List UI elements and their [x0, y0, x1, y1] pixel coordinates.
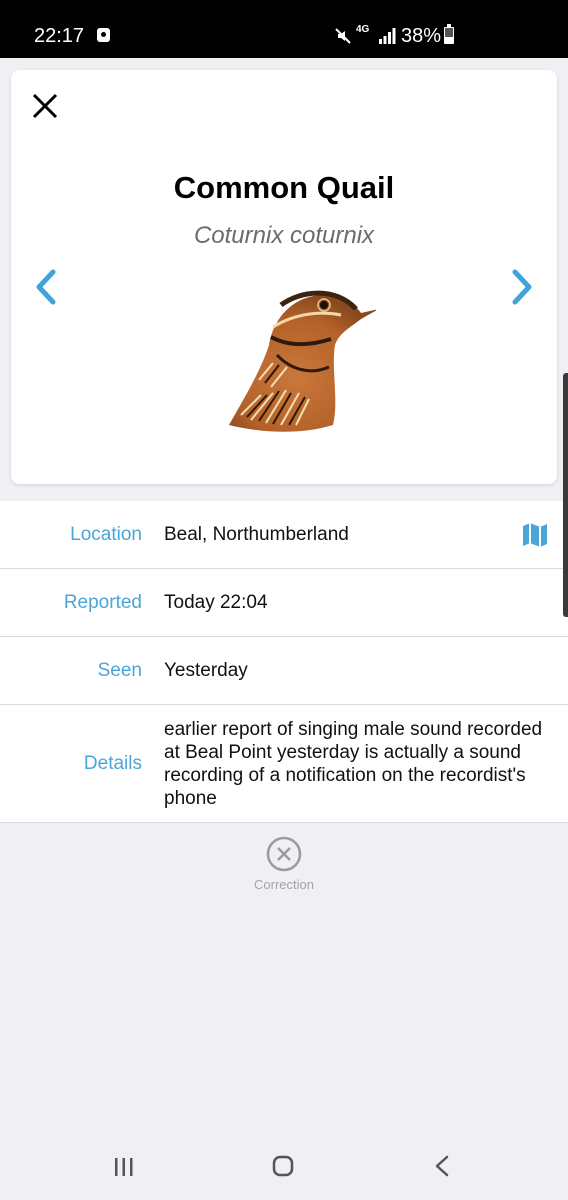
details-row: Details earlier report of singing male s… — [0, 705, 568, 823]
battery-icon — [444, 24, 454, 44]
seen-value: Yesterday — [164, 660, 248, 681]
reported-row: Reported Today 22:04 — [0, 569, 568, 637]
correction-label: Correction — [254, 877, 314, 892]
correction-button[interactable]: Correction — [240, 836, 328, 892]
species-common-name: Common Quail — [173, 170, 395, 205]
species-scientific-name: Coturnix coturnix — [193, 222, 375, 249]
network-type: 4G — [356, 24, 370, 35]
seen-label: Seen — [97, 659, 142, 681]
system-nav-bar — [0, 1135, 568, 1200]
chevron-left-icon[interactable] — [33, 268, 59, 306]
notification-icon — [97, 28, 110, 42]
reported-value: Today 22:04 — [164, 592, 268, 613]
species-card: Common Quail Coturnix coturnix — [11, 70, 557, 484]
close-icon[interactable] — [31, 92, 59, 120]
recent-apps-icon[interactable] — [113, 1157, 135, 1177]
location-label: Location — [70, 523, 142, 545]
home-icon[interactable] — [272, 1155, 294, 1177]
scroll-handle[interactable] — [563, 373, 568, 617]
details-label: Details — [83, 752, 142, 774]
seen-row: Seen Yesterday — [0, 637, 568, 705]
sighting-details: Location Beal, Northumberland Reported T… — [0, 501, 568, 823]
reported-label: Reported — [63, 591, 142, 613]
details-value: earlier report of singing male sound rec… — [164, 718, 543, 809]
mute-icon — [335, 28, 351, 44]
circle-x-icon — [266, 836, 302, 872]
back-icon[interactable] — [434, 1155, 450, 1177]
location-row: Location Beal, Northumberland — [0, 501, 568, 569]
status-time: 22:17 — [34, 25, 85, 47]
chevron-right-icon[interactable] — [509, 268, 535, 306]
location-value: Beal, Northumberland — [164, 524, 349, 545]
battery-percent: 38% — [401, 25, 442, 47]
status-bar: 22:17 4G 38% — [0, 0, 568, 58]
signal-icon — [379, 28, 396, 44]
bird-illustration — [229, 290, 376, 432]
map-icon[interactable] — [522, 522, 548, 548]
